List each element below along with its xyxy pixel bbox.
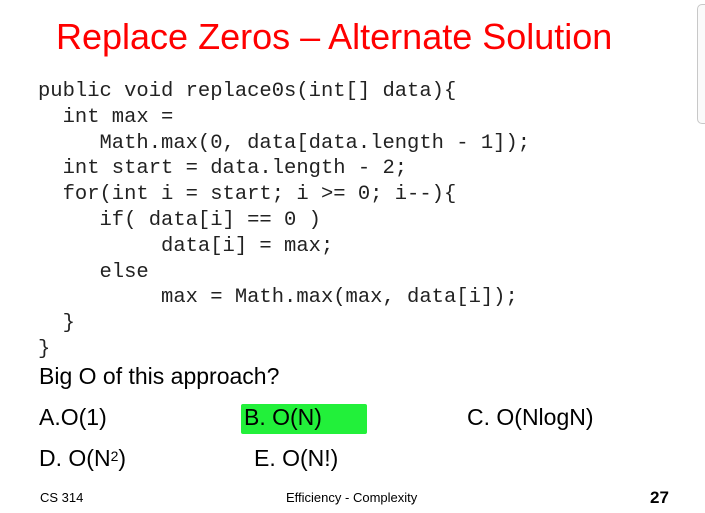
footer-topic: Efficiency - Complexity (286, 490, 418, 505)
page-number: 27 (650, 488, 669, 507)
question-text: Big O of this approach? (39, 363, 280, 389)
option-d-suffix: ) (118, 445, 127, 471)
option-e: E. O(N!) (254, 445, 339, 471)
option-a: A.O(1) (39, 404, 107, 430)
code-line: data[i] = max; (38, 234, 334, 258)
code-line: max = Math.max(max, data[i]); (38, 286, 518, 310)
footer-course: CS 314 (40, 490, 84, 505)
code-line: int start = data.length - 2; (38, 157, 408, 181)
code-line: Math.max(0, data[data.length - 1]); (38, 131, 531, 155)
slide-title: Replace Zeros – Alternate Solution (56, 16, 613, 57)
code-line: int max = (38, 105, 174, 129)
code-block: public void replace0s(int[] data){ int m… (38, 79, 530, 363)
option-d-exponent: 2 (110, 448, 119, 464)
option-c: C. O(NlogN) (467, 404, 594, 430)
code-line: for(int i = start; i >= 0; i--){ (38, 183, 457, 207)
scrollbar-edge[interactable] (697, 4, 705, 124)
code-line: } (38, 337, 51, 361)
option-d-prefix: D. O(N (39, 445, 111, 471)
option-d: D. O(N2) (39, 443, 126, 473)
code-line: public void replace0s(int[] data){ (38, 80, 457, 103)
code-line: if( data[i] == 0 ) (38, 208, 321, 232)
code-line: } (38, 312, 75, 336)
option-b: B. O(N) (244, 404, 322, 430)
code-line: else (38, 260, 149, 284)
